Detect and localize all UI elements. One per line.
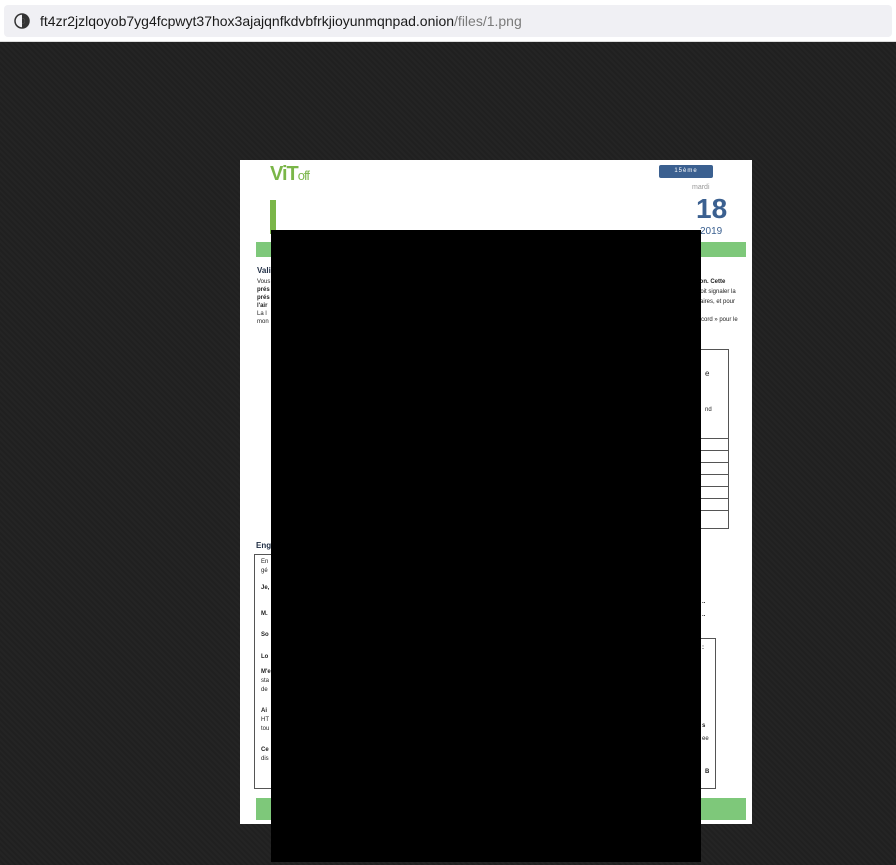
form-row-divider <box>701 462 728 463</box>
text-fragment: B <box>705 769 710 775</box>
text-fragment: M'e <box>261 669 271 675</box>
text-fragment: ee <box>702 736 709 742</box>
text-fragment: .. <box>702 599 706 605</box>
text-fragment: gé <box>261 568 268 574</box>
engagement-box-right <box>700 638 716 789</box>
tor-onion-icon[interactable] <box>14 13 30 29</box>
section-heading-engagement: Eng <box>256 541 272 550</box>
form-box-right: e nd <box>700 349 729 529</box>
text-fragment: Ce <box>261 747 269 753</box>
logo-text: ViT <box>270 163 299 185</box>
year-small: 2019 <box>700 226 723 237</box>
url-path: /files/1.png <box>454 13 522 29</box>
text-fragment: doit signaler la <box>697 289 736 295</box>
text-fragment: .. <box>702 612 706 618</box>
text-fragment: En <box>261 559 269 565</box>
text-fragment: tou <box>261 726 270 732</box>
section-heading: Vali <box>257 266 271 275</box>
text-fragment: itaires, et pour <box>697 299 736 305</box>
text-fragment: M. <box>261 611 268 617</box>
text-fragment: nd <box>705 407 712 413</box>
form-row-divider <box>701 510 728 511</box>
logo-bar <box>270 200 276 234</box>
text-fragment: sta <box>261 678 270 684</box>
browser-toolbar: ft4zr2jzlqoyob7yg4fcpwyt37hox3ajajqnfkdv… <box>0 0 896 42</box>
text-fragment: So <box>261 632 269 638</box>
text-fragment: mon <box>257 319 269 325</box>
form-row-divider <box>701 438 728 439</box>
text-fragment: ccord » pour le <box>698 317 738 323</box>
form-row-divider <box>701 486 728 487</box>
url-host: ft4zr2jzlqoyob7yg4fcpwyt37hox3ajajqnfkdv… <box>40 13 455 29</box>
form-row-divider <box>701 474 728 475</box>
text-fragment: de <box>261 687 268 693</box>
document-logo: ViToff <box>270 162 310 188</box>
text-fragment: prés <box>257 287 270 293</box>
edition-badge: 15ème ÉDITION <box>659 165 713 187</box>
year-big: 18 <box>696 193 728 224</box>
text-fragment: Lo <box>261 654 269 660</box>
text-fragment: HT <box>261 717 269 723</box>
text-fragment: l'air <box>257 303 268 309</box>
redaction-block <box>271 230 701 862</box>
address-bar[interactable]: ft4zr2jzlqoyob7yg4fcpwyt37hox3ajajqnfkdv… <box>4 5 892 37</box>
url-text[interactable]: ft4zr2jzlqoyob7yg4fcpwyt37hox3ajajqnfkdv… <box>40 12 522 30</box>
text-fragment: prés <box>257 295 270 301</box>
text-fragment: : <box>702 645 704 651</box>
text-fragment: La l <box>257 311 267 317</box>
text-fragment: e <box>705 369 710 378</box>
image-viewer: ViToff 15ème ÉDITION mardi 18 2019 Vali … <box>0 42 896 865</box>
text-fragment: Vous <box>257 279 271 285</box>
text-fragment: Ai <box>261 708 267 714</box>
text-fragment: dis <box>261 756 269 762</box>
form-row-divider <box>701 450 728 451</box>
edition-subtext: mardi <box>692 184 710 191</box>
text-fragment: s <box>702 723 706 729</box>
text-fragment: Je, <box>261 585 270 591</box>
logo-suffix: off <box>297 168 310 183</box>
form-row-divider <box>701 498 728 499</box>
